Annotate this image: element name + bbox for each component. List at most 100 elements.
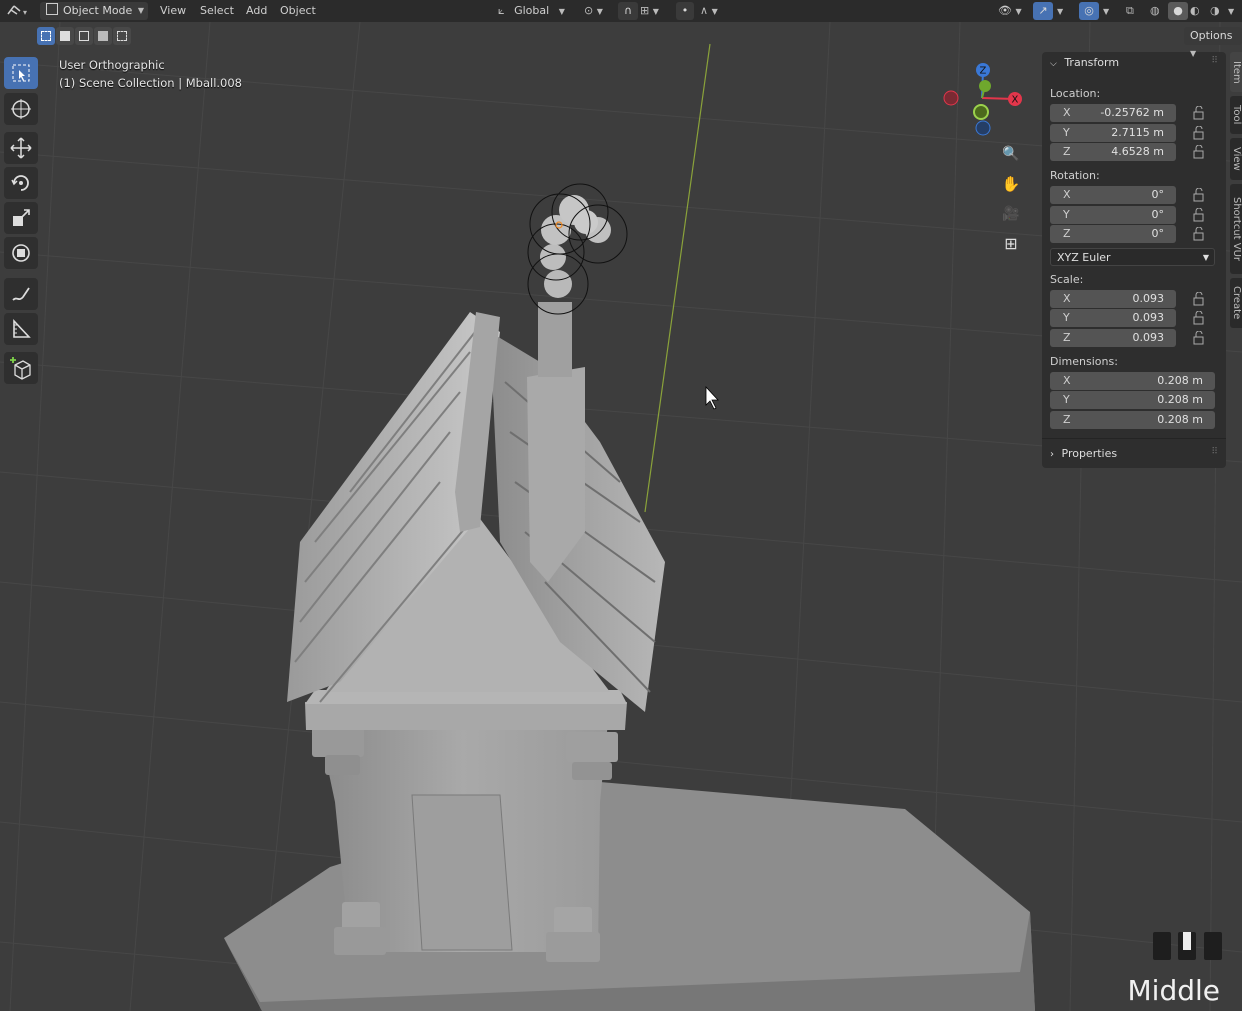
- snap-toggle-icon[interactable]: ∩: [618, 2, 638, 20]
- chevron-right-icon: ›: [1050, 449, 1054, 460]
- mouse-cursor: [705, 385, 719, 410]
- move-tool[interactable]: [4, 132, 38, 164]
- overlays-dropdown[interactable]: ▼: [1103, 0, 1109, 22]
- tab-item[interactable]: Item: [1230, 52, 1242, 92]
- dimensions-x-field[interactable]: X 0.208 m: [1050, 372, 1215, 390]
- scale-z-field[interactable]: Z 0.093: [1050, 329, 1176, 347]
- lock-icon[interactable]: [1192, 227, 1206, 241]
- wireframe-shading-icon[interactable]: ◍: [1150, 0, 1160, 22]
- add-cube-tool[interactable]: [4, 352, 38, 384]
- menu-object[interactable]: Object: [280, 0, 316, 22]
- tab-view[interactable]: View: [1230, 138, 1242, 180]
- menu-add[interactable]: Add: [246, 0, 267, 22]
- transform-tool[interactable]: [4, 237, 38, 269]
- rotation-label: Rotation:: [1050, 169, 1100, 182]
- orientation-icon: ⟀: [498, 4, 505, 17]
- chevron-down-icon: ▼: [1190, 49, 1197, 58]
- camera-icon[interactable]: 🎥: [999, 202, 1023, 226]
- solid-shading-icon[interactable]: ●: [1168, 2, 1188, 20]
- dimensions-z-field[interactable]: Z 0.208 m: [1050, 411, 1215, 429]
- material-shading-icon[interactable]: ◐: [1190, 0, 1200, 22]
- y-axis-line: [644, 43, 711, 513]
- rotate-tool[interactable]: [4, 167, 38, 199]
- lock-icon[interactable]: [1192, 188, 1206, 202]
- dimensions-y-field[interactable]: Y 0.208 m: [1050, 391, 1215, 409]
- gizmo-toggle-icon[interactable]: ↗: [1033, 2, 1053, 20]
- dimensions-label: Dimensions:: [1050, 355, 1118, 368]
- rendered-shading-icon[interactable]: ◑: [1210, 0, 1220, 22]
- transform-orientation-dropdown[interactable]: ⟀ Global ▼: [498, 0, 576, 22]
- mouse-middle-indicator: [1178, 932, 1196, 960]
- scale-tool[interactable]: [4, 202, 38, 234]
- select-mode-new-icon[interactable]: [37, 27, 55, 45]
- sidebar-n-panel: ⌵ Transform ⠿ Location: X -0.25762 m Y 2.7…: [1042, 52, 1226, 468]
- rotation-mode-dropdown[interactable]: XYZ Euler ▼: [1050, 248, 1215, 266]
- lock-icon[interactable]: [1192, 208, 1206, 222]
- lock-icon[interactable]: [1192, 126, 1206, 140]
- grid-view-icon[interactable]: ⊞: [999, 232, 1023, 256]
- scale-y-field[interactable]: Y 0.093: [1050, 309, 1176, 327]
- menu-select[interactable]: Select: [200, 0, 234, 22]
- lock-icon[interactable]: [1192, 292, 1206, 306]
- lock-icon[interactable]: [1192, 311, 1206, 325]
- annotate-pencil-icon: [12, 287, 30, 301]
- options-dropdown[interactable]: Options ▼: [1184, 27, 1242, 58]
- lock-icon[interactable]: [1192, 145, 1206, 159]
- pivot-point-dropdown[interactable]: ⊙ ▼: [584, 0, 603, 22]
- scale-label: Scale:: [1050, 273, 1084, 286]
- falloff-dropdown[interactable]: ∧ ▼: [700, 0, 718, 22]
- rotation-z-field[interactable]: Z 0°: [1050, 225, 1176, 243]
- select-box-tool[interactable]: [4, 57, 38, 89]
- tab-tool[interactable]: Tool: [1230, 96, 1242, 134]
- proportional-edit-icon[interactable]: •: [676, 2, 694, 20]
- overlays-toggle-icon[interactable]: ◎: [1079, 2, 1099, 20]
- location-y-field[interactable]: Y 2.7115 m: [1050, 124, 1176, 142]
- transform-icon: [12, 244, 30, 262]
- gizmo-dropdown[interactable]: ▼: [1057, 0, 1063, 22]
- lock-icon[interactable]: [1192, 106, 1206, 120]
- drag-handle-icon[interactable]: ⠿: [1211, 56, 1218, 66]
- select-box-icon: [12, 64, 30, 82]
- xray-toggle-icon[interactable]: ⧉: [1126, 0, 1134, 22]
- location-x-field[interactable]: X -0.25762 m: [1050, 104, 1176, 122]
- drag-handle-icon[interactable]: ⠿: [1211, 447, 1218, 457]
- shading-dropdown[interactable]: ▼: [1228, 0, 1234, 22]
- measure-tool[interactable]: [4, 313, 38, 345]
- mouse-button-label: Middle: [1127, 974, 1221, 1007]
- location-z-field[interactable]: Z 4.6528 m: [1050, 143, 1176, 161]
- chevron-down-icon: ▼: [137, 6, 144, 15]
- snap-target-dropdown[interactable]: ⊞ ▼: [640, 0, 659, 22]
- rotation-x-field[interactable]: X 0°: [1050, 186, 1176, 204]
- tool-options-row: Options ▼: [0, 22, 1242, 58]
- tab-create[interactable]: Create: [1230, 278, 1242, 328]
- properties-panel-header[interactable]: › Properties: [1050, 447, 1117, 460]
- properties-title: Properties: [1061, 447, 1118, 460]
- pan-hand-icon[interactable]: ✋: [999, 172, 1023, 196]
- mouse-left-indicator: [1153, 932, 1171, 960]
- navigation-gizmo[interactable]: Z X: [940, 58, 1030, 148]
- mode-dropdown[interactable]: Object Mode ▼: [40, 2, 148, 20]
- menu-view[interactable]: View: [160, 0, 186, 22]
- visibility-dropdown[interactable]: 👁 ▼: [998, 0, 1022, 22]
- select-mode-subtract-icon[interactable]: [75, 27, 93, 45]
- zoom-icon[interactable]: 🔍: [999, 142, 1023, 166]
- svg-text:▾: ▾: [23, 8, 27, 17]
- move-icon: [10, 137, 32, 159]
- lock-icon[interactable]: [1192, 331, 1206, 345]
- scale-icon: [13, 209, 30, 226]
- scale-x-field[interactable]: X 0.093: [1050, 290, 1176, 308]
- rotation-mode-label: XYZ Euler: [1057, 251, 1111, 264]
- transform-panel-header[interactable]: ⌵ Transform: [1050, 56, 1119, 69]
- chevron-down-icon: ▼: [1202, 253, 1209, 262]
- annotate-tool[interactable]: [4, 278, 38, 310]
- rotation-y-field[interactable]: Y 0°: [1050, 206, 1176, 224]
- measure-ruler-icon: [13, 318, 31, 338]
- editor-type-icon[interactable]: ▾: [5, 0, 33, 22]
- rotate-icon: [11, 175, 29, 191]
- select-mode-intersect-icon[interactable]: [113, 27, 131, 45]
- cursor-tool[interactable]: [4, 93, 38, 125]
- add-cube-icon: [10, 357, 31, 380]
- select-mode-extend-icon[interactable]: [56, 27, 74, 45]
- tab-shortcut-vur[interactable]: Shortcut VUr: [1230, 184, 1242, 274]
- select-mode-invert-icon[interactable]: [94, 27, 112, 45]
